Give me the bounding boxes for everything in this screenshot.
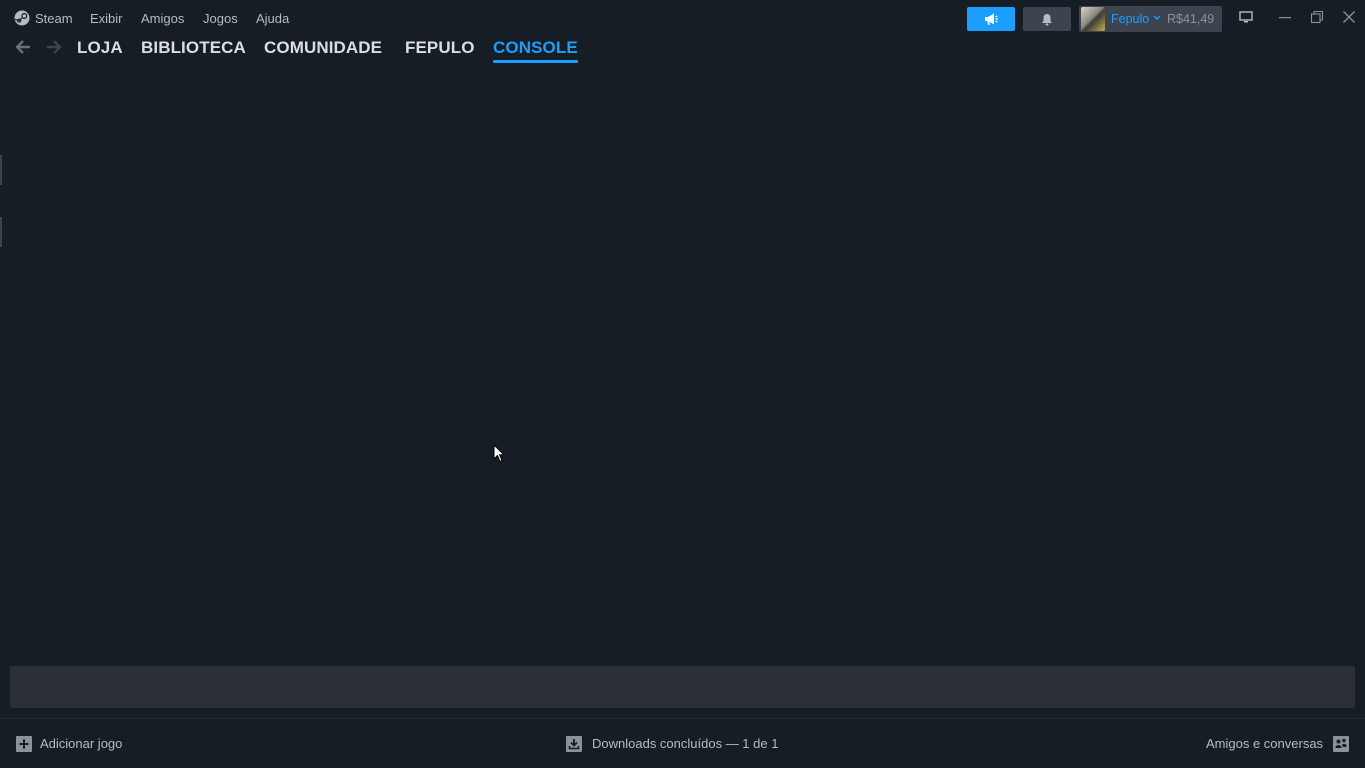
console-input[interactable]: [10, 666, 1355, 708]
restore-icon[interactable]: [1309, 9, 1325, 25]
download-icon: [566, 735, 582, 752]
downloads-label: Downloads concluídos — 1 de 1: [592, 736, 779, 751]
add-game-label: Adicionar jogo: [40, 736, 123, 751]
friends-chat-label: Amigos e conversas: [1206, 736, 1324, 751]
active-tab-indicator: [493, 60, 578, 63]
menu-exibir[interactable]: Exibir: [90, 11, 123, 26]
mouse-cursor-icon: [493, 444, 505, 463]
add-game-button[interactable]: Adicionar jogo: [16, 719, 122, 768]
tab-fepulo[interactable]: FEPULO: [405, 38, 475, 58]
menu-jogos[interactable]: Jogos: [203, 11, 238, 26]
avatar: [1081, 7, 1105, 31]
bell-icon: [1042, 13, 1052, 25]
menu-bar: Steam Exibir Amigos Jogos Ajuda Fepulo R…: [0, 0, 1365, 36]
steam-window: Steam Exibir Amigos Jogos Ajuda Fepulo R…: [0, 0, 1365, 768]
back-arrow-icon[interactable]: [14, 39, 32, 55]
megaphone-icon: [985, 13, 998, 25]
menu-ajuda[interactable]: Ajuda: [256, 11, 289, 26]
close-icon[interactable]: [1341, 9, 1357, 25]
menu-amigos[interactable]: Amigos: [141, 11, 184, 26]
tab-comunidade[interactable]: COMUNIDADE: [264, 38, 382, 58]
chevron-down-icon: [1153, 15, 1161, 21]
menu-steam[interactable]: Steam: [35, 11, 73, 26]
account-name: Fepulo: [1111, 12, 1150, 26]
monitor-icon[interactable]: [1238, 9, 1254, 25]
console-output: [0, 70, 1365, 660]
account-menu[interactable]: Fepulo R$41,49: [1079, 6, 1222, 32]
plus-square-icon: [16, 735, 32, 752]
minimize-icon[interactable]: [1277, 9, 1293, 25]
notifications-button[interactable]: [1023, 7, 1071, 31]
tab-console[interactable]: CONSOLE: [493, 38, 578, 58]
wallet-balance: R$41,49: [1167, 12, 1215, 26]
downloads-status[interactable]: Downloads concluídos — 1 de 1: [566, 719, 778, 768]
tab-biblioteca[interactable]: BIBLIOTECA: [141, 38, 246, 58]
announcements-button[interactable]: [967, 7, 1015, 31]
footer-bar: Adicionar jogo Downloads concluídos — 1 …: [0, 718, 1365, 768]
forward-arrow-icon[interactable]: [45, 39, 63, 55]
friends-icon: [1333, 735, 1350, 752]
steam-logo-icon[interactable]: [14, 10, 30, 26]
friends-chat-button[interactable]: Amigos e conversas: [1206, 719, 1350, 768]
tab-loja[interactable]: LOJA: [77, 38, 123, 58]
